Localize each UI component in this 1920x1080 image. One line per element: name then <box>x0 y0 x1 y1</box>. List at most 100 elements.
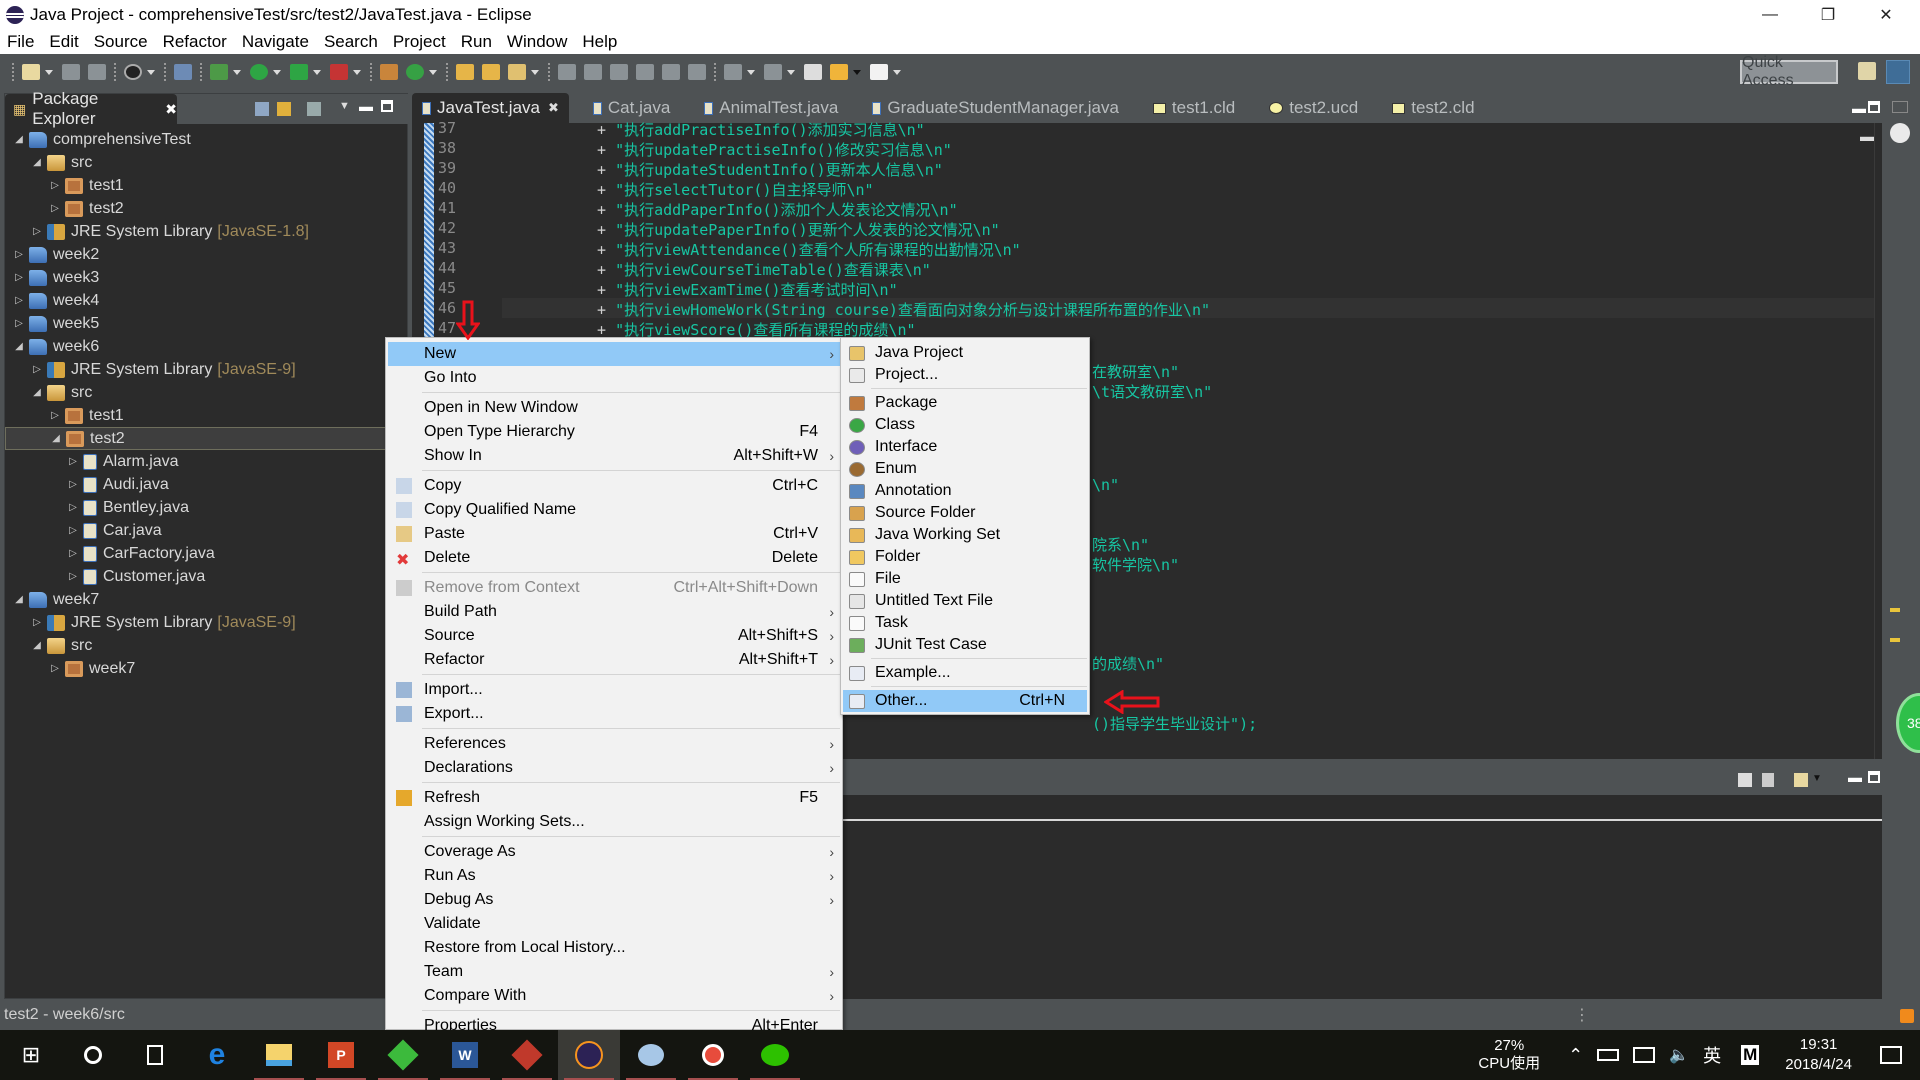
volume-icon[interactable]: 🔈 <box>1669 1045 1689 1065</box>
quick-access-input[interactable]: Quick Access <box>1740 54 1838 89</box>
next-annotation-dropdown[interactable] <box>747 69 755 75</box>
tree-item[interactable]: ▷ JRE System Library [JavaSE-1.8] <box>5 220 407 243</box>
editor-minimize-icon[interactable]: ▬ <box>1860 128 1874 144</box>
menu-item-coverage-as[interactable]: Coverage As › <box>388 840 840 864</box>
code-line-partial[interactable]: ()指导学生毕业设计"); <box>1092 713 1257 734</box>
forward-dropdown[interactable] <box>893 69 901 75</box>
back-icon[interactable] <box>830 64 848 80</box>
code-line-partial[interactable]: 的成绩\n" <box>1092 653 1164 674</box>
collapsed-arrow-icon[interactable]: ▷ <box>31 617 43 628</box>
menu-item-paste[interactable]: Paste Ctrl+V <box>388 522 840 546</box>
debug-icon[interactable] <box>210 64 228 80</box>
java-perspective-icon[interactable] <box>1886 60 1910 84</box>
last-edit-location-icon[interactable] <box>804 64 822 80</box>
submenu-item-annotation[interactable]: Annotation <box>843 480 1087 502</box>
code-line[interactable]: + "执行viewExamTime()查看考试时间\n" <box>597 279 898 300</box>
expanded-arrow-icon[interactable]: ◢ <box>31 387 43 398</box>
annotation-toggle-icon[interactable] <box>558 64 576 80</box>
pin-console-icon[interactable] <box>1738 773 1752 787</box>
previous-annotation-icon[interactable] <box>764 64 782 80</box>
tree-item[interactable]: ▷ Bentley.java <box>5 496 407 519</box>
open-console-dropdown[interactable]: ▼ <box>1812 773 1822 784</box>
taskbar-word[interactable]: W <box>434 1030 496 1080</box>
profile-dropdown[interactable] <box>147 69 155 75</box>
tree-item[interactable]: ▷ JRE System Library [JavaSE-9] <box>5 358 407 381</box>
menu-item-open-in-new-window[interactable]: Open in New Window <box>388 396 840 420</box>
open-console-icon[interactable] <box>1794 773 1808 787</box>
battery-icon[interactable] <box>1597 1049 1620 1061</box>
menu-item-build-path[interactable]: Build Path › <box>388 600 840 624</box>
forward-icon[interactable] <box>870 64 888 80</box>
menu-window[interactable]: Window <box>507 32 567 52</box>
open-type-icon[interactable] <box>456 64 474 80</box>
new-class-dropdown[interactable] <box>429 69 437 75</box>
mark-occurrences-icon[interactable] <box>584 64 602 80</box>
taskbar-edge[interactable]: e <box>186 1030 248 1080</box>
collapsed-arrow-icon[interactable]: ▷ <box>49 180 61 191</box>
collapse-all-icon[interactable] <box>255 102 269 116</box>
collapsed-arrow-icon[interactable]: ▷ <box>67 479 79 490</box>
code-line-partial[interactable]: 院系\n" <box>1092 534 1149 555</box>
network-icon[interactable] <box>1633 1047 1656 1063</box>
show-hidden-icons[interactable]: ⌃ <box>1568 1045 1583 1066</box>
submenu-item-file[interactable]: File <box>843 568 1087 590</box>
collapsed-arrow-icon[interactable]: ▷ <box>49 663 61 674</box>
taskbar-powerpoint[interactable]: P <box>310 1030 372 1080</box>
menu-item-delete[interactable]: ✖ Delete Delete <box>388 546 840 570</box>
submenu-item-enum[interactable]: Enum <box>843 458 1087 480</box>
menu-item-debug-as[interactable]: Debug As › <box>388 888 840 912</box>
menu-item-team[interactable]: Team › <box>388 960 840 984</box>
editor-tab[interactable]: JavaTest.java ✖ <box>412 93 569 123</box>
submenu-item-interface[interactable]: Interface <box>843 436 1087 458</box>
submenu-item-folder[interactable]: Folder <box>843 546 1087 568</box>
close-button[interactable]: ✕ <box>1858 0 1914 30</box>
show-whitespace-icon[interactable] <box>688 64 706 80</box>
code-line-partial[interactable]: 软件学院\n" <box>1092 554 1179 575</box>
minimize-view-icon[interactable]: ▬ <box>359 98 373 114</box>
code-line[interactable]: + "执行updatePractiseInfo()修改实习信息\n" <box>597 139 952 160</box>
breadcrumb-toggle-icon[interactable] <box>610 64 628 80</box>
submenu-item-example[interactable]: Example... <box>843 662 1087 684</box>
menu-help[interactable]: Help <box>582 32 617 52</box>
menu-item-restore-from-local-history[interactable]: Restore from Local History... <box>388 936 840 960</box>
taskbar-paint[interactable] <box>620 1030 682 1080</box>
profile-icon[interactable] <box>124 64 142 80</box>
tree-item[interactable]: ◢ test2 <box>5 427 407 450</box>
menu-navigate[interactable]: Navigate <box>242 32 309 52</box>
menu-item-refactor[interactable]: Refactor Alt+Shift+T › <box>388 648 840 672</box>
collapsed-arrow-icon[interactable]: ▷ <box>13 295 25 306</box>
task-view-button[interactable] <box>124 1030 186 1080</box>
menu-item-assign-working-sets[interactable]: Assign Working Sets... <box>388 810 840 834</box>
tree-item[interactable]: ▷ test2 <box>5 197 407 220</box>
cortana-button[interactable] <box>62 1030 124 1080</box>
menu-item-copy-qualified-name[interactable]: Copy Qualified Name <box>388 498 840 522</box>
submenu-item-junit-test-case[interactable]: JUnit Test Case <box>843 634 1087 656</box>
menu-item-go-into[interactable]: Go Into <box>388 366 840 390</box>
submenu-item-untitled-text-file[interactable]: Untitled Text File <box>843 590 1087 612</box>
external-tools-dropdown[interactable] <box>353 69 361 75</box>
collapsed-arrow-icon[interactable]: ▷ <box>67 456 79 467</box>
collapsed-arrow-icon[interactable]: ▷ <box>67 502 79 513</box>
view-menu-icon[interactable]: ▼ <box>339 100 350 112</box>
collapsed-arrow-icon[interactable]: ▷ <box>67 571 79 582</box>
next-annotation-icon[interactable] <box>724 64 742 80</box>
taskbar-wechat[interactable] <box>744 1030 806 1080</box>
menu-item-new[interactable]: New › <box>388 342 840 366</box>
expanded-arrow-icon[interactable]: ◢ <box>50 433 62 444</box>
menu-item-copy[interactable]: Copy Ctrl+C <box>388 474 840 498</box>
collapsed-arrow-icon[interactable]: ▷ <box>13 318 25 329</box>
menu-refactor[interactable]: Refactor <box>163 32 227 52</box>
tree-item[interactable]: ◢ comprehensiveTest <box>5 128 407 151</box>
tree-item[interactable]: ▷ Customer.java <box>5 565 407 588</box>
restore-button[interactable]: ❐ <box>1800 0 1856 30</box>
submenu-item-class[interactable]: Class <box>843 414 1087 436</box>
code-line[interactable]: + "执行selectTutor()自主择导师\n" <box>597 179 874 200</box>
submenu-item-task[interactable]: Task <box>843 612 1087 634</box>
menu-source[interactable]: Source <box>94 32 148 52</box>
tree-item[interactable]: ▷ Alarm.java <box>5 450 407 473</box>
tree-item[interactable]: ▷ week5 <box>5 312 407 335</box>
menu-item-references[interactable]: References › <box>388 732 840 756</box>
code-line-partial[interactable]: \n" <box>1092 476 1119 494</box>
menu-item-run-as[interactable]: Run As › <box>388 864 840 888</box>
debug-dropdown[interactable] <box>233 69 241 75</box>
